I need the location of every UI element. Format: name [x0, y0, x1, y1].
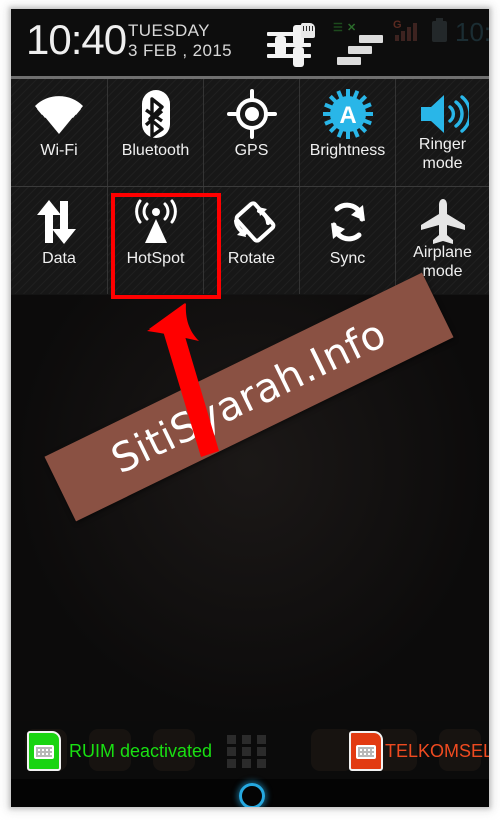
sync-icon — [300, 197, 395, 249]
faded-status-icons: ☰ ✕ G 10:40 — [333, 17, 489, 45]
tile-hotspot[interactable]: HotSpot — [107, 187, 203, 294]
app-drawer-grid-icon[interactable] — [227, 735, 267, 768]
tile-wifi[interactable]: Wi-Fi — [11, 79, 107, 186]
sim2-carrier-label: TELKOMSEL — [385, 741, 489, 761]
tile-label: Sync — [329, 250, 366, 267]
tile-label: Bluetooth — [121, 142, 190, 159]
svg-text:A: A — [339, 102, 356, 129]
tile-label: GPS — [234, 142, 269, 159]
tile-sync[interactable]: Sync — [299, 187, 395, 294]
navigation-bar — [11, 779, 489, 807]
phone-screen: 10:40 TUESDAY 3 FEB , 2015 ☰ ✕ G 10 Wi-F… — [11, 9, 489, 807]
gps-icon — [204, 89, 299, 141]
date-day: TUESDAY — [128, 21, 210, 40]
dock-app-4[interactable] — [311, 729, 353, 771]
data-arrows-icon — [11, 197, 107, 249]
no-sim-icon: ☰ — [333, 22, 343, 34]
status-bar: 10:40 TUESDAY 3 FEB , 2015 ☰ ✕ G 10 — [11, 9, 489, 76]
tile-ringer-mode[interactable]: Ringer mode — [395, 79, 489, 186]
close-icon: ✕ — [347, 22, 357, 34]
bluetooth-icon — [108, 89, 203, 141]
rotate-screen-icon — [204, 197, 299, 249]
dock-bar: RUIM deactivated TELKOMSEL — [11, 721, 489, 779]
tile-label: HotSpot — [126, 250, 185, 267]
clock: 10:40 — [26, 16, 127, 63]
date-full: 3 FEB , 2015 — [128, 41, 233, 60]
quick-settings-panel: Wi-Fi Bluetooth GPS A Brightness Ringer … — [11, 79, 489, 299]
tile-rotate[interactable]: Rotate — [203, 187, 299, 294]
tile-label: Airplane mode — [413, 244, 472, 280]
tile-gps[interactable]: GPS — [203, 79, 299, 186]
settings-sliders-icon[interactable] — [267, 23, 315, 67]
tile-bluetooth[interactable]: Bluetooth — [107, 79, 203, 186]
tile-data[interactable]: Data — [11, 187, 107, 294]
tile-label: Brightness — [309, 142, 386, 159]
faded-clock: 10:40 — [455, 17, 489, 47]
tile-label: Wi-Fi — [40, 142, 78, 159]
wifi-icon — [11, 89, 107, 141]
ringer-speaker-icon — [396, 89, 489, 141]
tile-label: Ringer mode — [418, 136, 467, 172]
date-block: TUESDAY 3 FEB , 2015 — [128, 21, 232, 61]
tile-brightness[interactable]: A Brightness — [299, 79, 395, 186]
battery-icon — [432, 18, 447, 42]
sim-card-icon-1 — [27, 731, 61, 771]
sim-badge-icon — [301, 23, 315, 38]
tile-label: Data — [42, 250, 76, 267]
signal-bars-icon — [395, 23, 421, 41]
hotspot-icon — [108, 197, 203, 249]
tile-row-1: Wi-Fi Bluetooth GPS A Brightness Ringer … — [11, 79, 489, 186]
tile-label: Rotate — [227, 250, 276, 267]
sim-card-icon-2 — [349, 731, 383, 771]
home-circle-icon[interactable] — [239, 783, 265, 807]
brightness-auto-icon: A — [300, 89, 395, 141]
red-arrow-annotation — [141, 301, 271, 461]
airplane-icon — [396, 197, 489, 249]
sim1-status-label: RUIM deactivated — [69, 741, 213, 761]
